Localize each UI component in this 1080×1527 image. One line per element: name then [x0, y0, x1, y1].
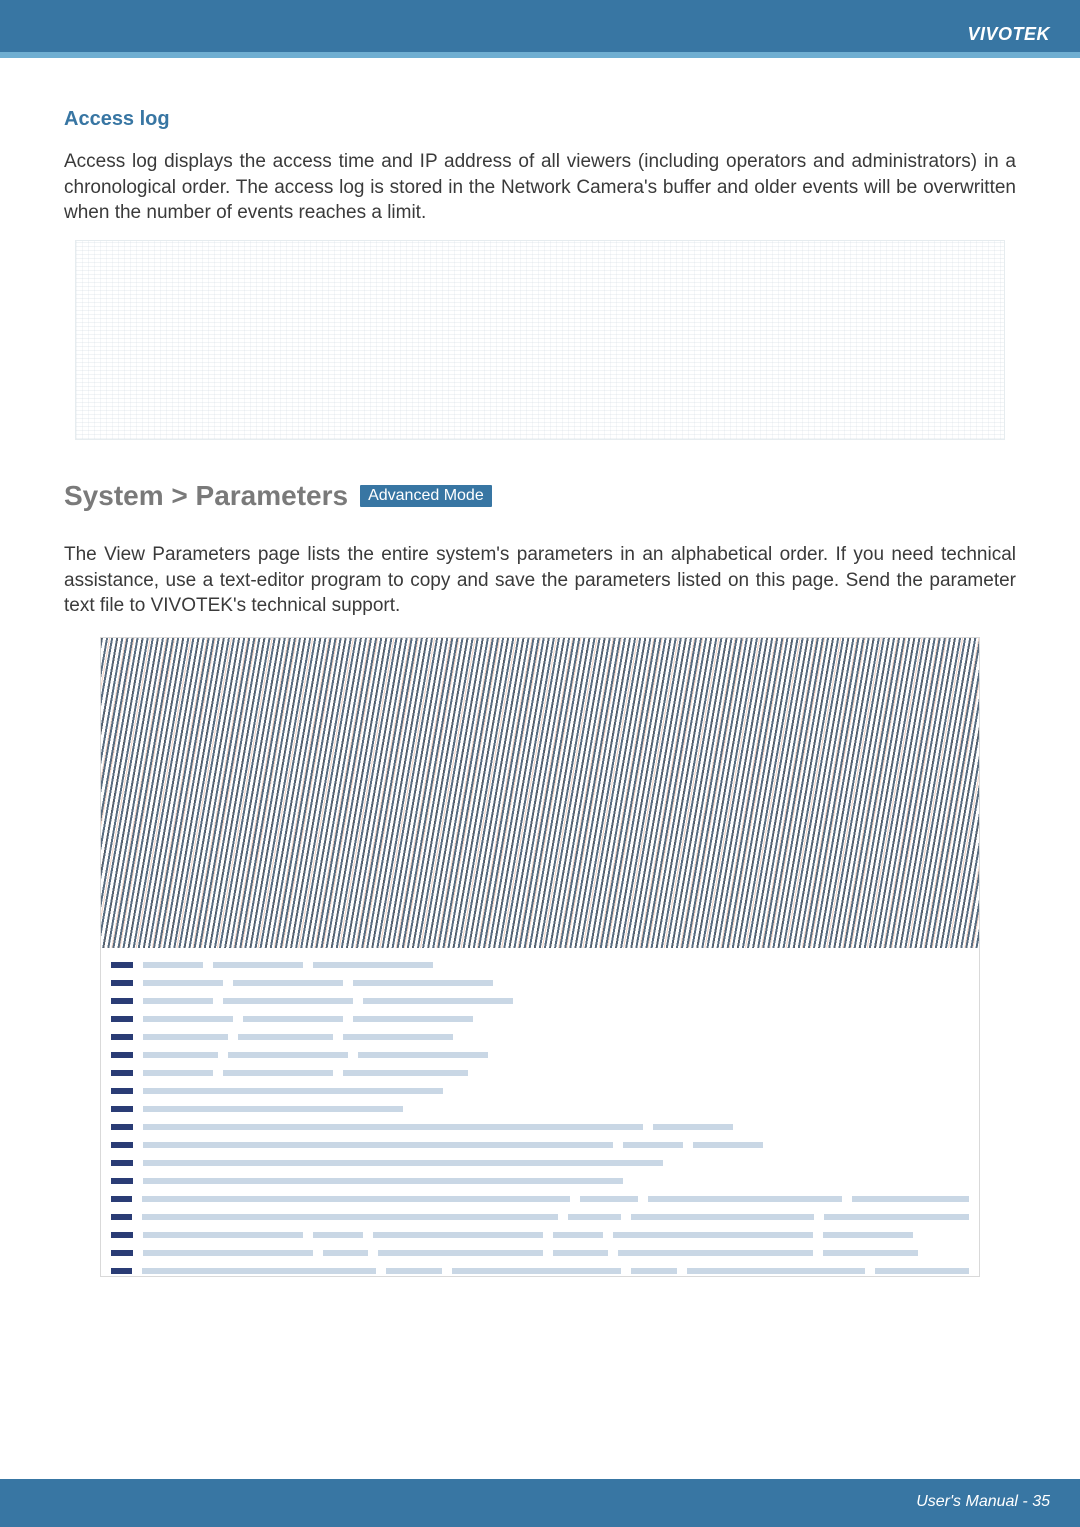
- brand-label: VIVOTEK: [967, 24, 1050, 45]
- param-pill: [143, 1070, 213, 1076]
- parameters-heading-row: System > Parameters Advanced Mode: [64, 480, 1016, 512]
- param-pill: [143, 1088, 443, 1094]
- access-log-paragraph: Access log displays the access time and …: [64, 149, 1016, 226]
- param-pill: [313, 1232, 363, 1238]
- parameters-paragraph: The View Parameters page lists the entir…: [64, 542, 1016, 619]
- param-row: [111, 1064, 969, 1082]
- param-row: [111, 1244, 969, 1262]
- param-pill: [568, 1214, 621, 1220]
- parameters-breadcrumb: System > Parameters: [64, 480, 348, 512]
- param-row: [111, 1046, 969, 1064]
- param-row: [111, 1082, 969, 1100]
- param-pill: [553, 1232, 603, 1238]
- param-pill: [378, 1250, 543, 1256]
- param-pill: [143, 1034, 228, 1040]
- param-pill: [823, 1250, 918, 1256]
- param-row: [111, 1208, 969, 1226]
- param-pill: [143, 1232, 303, 1238]
- param-pill: [343, 1070, 468, 1076]
- param-pill: [143, 998, 213, 1004]
- param-pill: [313, 962, 433, 968]
- param-pill: [580, 1196, 638, 1202]
- param-pill: [852, 1196, 969, 1202]
- page-header: VIVOTEK: [0, 0, 1080, 58]
- param-row: [111, 1118, 969, 1136]
- param-pill: [143, 1124, 643, 1130]
- param-pill: [142, 1196, 569, 1202]
- param-pill: [143, 1142, 613, 1148]
- param-pill: [386, 1268, 442, 1274]
- param-pill: [142, 1268, 376, 1274]
- param-row: [111, 1010, 969, 1028]
- param-pill: [143, 1016, 233, 1022]
- param-pill: [143, 1106, 403, 1112]
- param-pill: [623, 1142, 683, 1148]
- param-pill: [824, 1214, 969, 1220]
- content-area: Access log Access log displays the acces…: [0, 58, 1080, 1277]
- param-row: [111, 1190, 969, 1208]
- param-row: [111, 1154, 969, 1172]
- param-pill: [618, 1250, 813, 1256]
- param-pill: [693, 1142, 763, 1148]
- param-pill: [553, 1250, 608, 1256]
- param-pill: [875, 1268, 969, 1274]
- param-pill: [143, 1178, 623, 1184]
- param-pill: [631, 1214, 815, 1220]
- param-row: [111, 956, 969, 974]
- parameters-figure-list: [101, 950, 979, 1276]
- param-pill: [452, 1268, 621, 1274]
- param-pill: [213, 962, 303, 968]
- param-pill: [631, 1268, 678, 1274]
- param-pill: [243, 1016, 343, 1022]
- param-pill: [373, 1232, 543, 1238]
- access-log-heading: Access log: [64, 108, 1016, 131]
- param-pill: [223, 1070, 333, 1076]
- advanced-mode-badge: Advanced Mode: [360, 485, 492, 507]
- access-log-screenshot: [75, 240, 1005, 440]
- param-pill: [363, 998, 513, 1004]
- param-pill: [143, 1250, 313, 1256]
- page-footer: User's Manual - 35: [0, 1479, 1080, 1527]
- param-pill: [233, 980, 343, 986]
- param-pill: [358, 1052, 488, 1058]
- param-row: [111, 1262, 969, 1277]
- param-pill: [353, 980, 493, 986]
- param-pill: [228, 1052, 348, 1058]
- param-pill: [343, 1034, 453, 1040]
- param-row: [111, 1226, 969, 1244]
- param-pill: [613, 1232, 813, 1238]
- param-row: [111, 1100, 969, 1118]
- param-row: [111, 1136, 969, 1154]
- param-pill: [143, 1052, 218, 1058]
- param-pill: [143, 962, 203, 968]
- parameters-screenshot: [100, 637, 980, 1277]
- param-pill: [353, 1016, 473, 1022]
- param-pill: [823, 1232, 913, 1238]
- param-pill: [143, 980, 223, 986]
- param-row: [111, 1172, 969, 1190]
- footer-label: User's Manual - 35: [916, 1493, 1050, 1511]
- param-pill: [323, 1250, 368, 1256]
- parameters-figure-top: [101, 638, 979, 948]
- param-pill: [223, 998, 353, 1004]
- param-row: [111, 1028, 969, 1046]
- param-pill: [653, 1124, 733, 1130]
- param-pill: [648, 1196, 842, 1202]
- param-pill: [142, 1214, 557, 1220]
- param-row: [111, 974, 969, 992]
- param-pill: [687, 1268, 865, 1274]
- param-pill: [143, 1160, 663, 1166]
- param-pill: [238, 1034, 333, 1040]
- param-row: [111, 992, 969, 1010]
